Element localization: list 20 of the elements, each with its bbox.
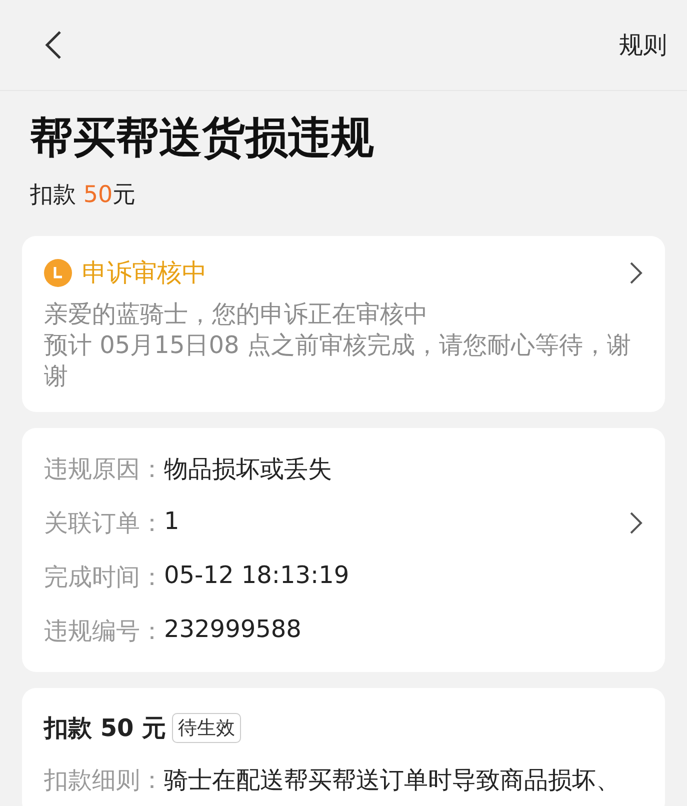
detail-value: 05-12 18:13:19 — [164, 561, 350, 591]
page-title: 帮买帮送货损违规 — [30, 112, 375, 165]
appeal-status: 申诉审核中 — [82, 257, 207, 289]
status-message: 亲爱的蓝骑士，您的申诉正在审核中 预计 05月15日08 点之前审核完成，请您耐心等待，谢谢 — [44, 299, 632, 392]
rule-label: 扣款细则： — [44, 765, 164, 796]
chevron-icon — [629, 260, 643, 284]
detail-label: 关联订单： — [44, 508, 164, 539]
detail-label: 违规原因： — [44, 454, 164, 485]
clock-icon — [44, 258, 72, 286]
rules-link[interactable]: 规则 — [619, 29, 667, 61]
deduction-summary: 扣款 50元 — [30, 181, 137, 210]
detail-label: 完成时间： — [44, 562, 164, 593]
penalty-title: 扣款 50 元 — [44, 713, 166, 744]
detail-value: 232999588 — [164, 615, 302, 645]
chevron-icon[interactable] — [629, 511, 643, 535]
detail-value: 物品损坏或丢失 — [164, 454, 332, 485]
rule-text: 骑士在配送帮买帮送订单时导致商品损坏、 — [164, 765, 620, 796]
status-tag: 待生效 — [172, 713, 242, 743]
detail-value[interactable]: 1 — [164, 507, 180, 539]
detail-label: 违规编号： — [44, 616, 164, 647]
